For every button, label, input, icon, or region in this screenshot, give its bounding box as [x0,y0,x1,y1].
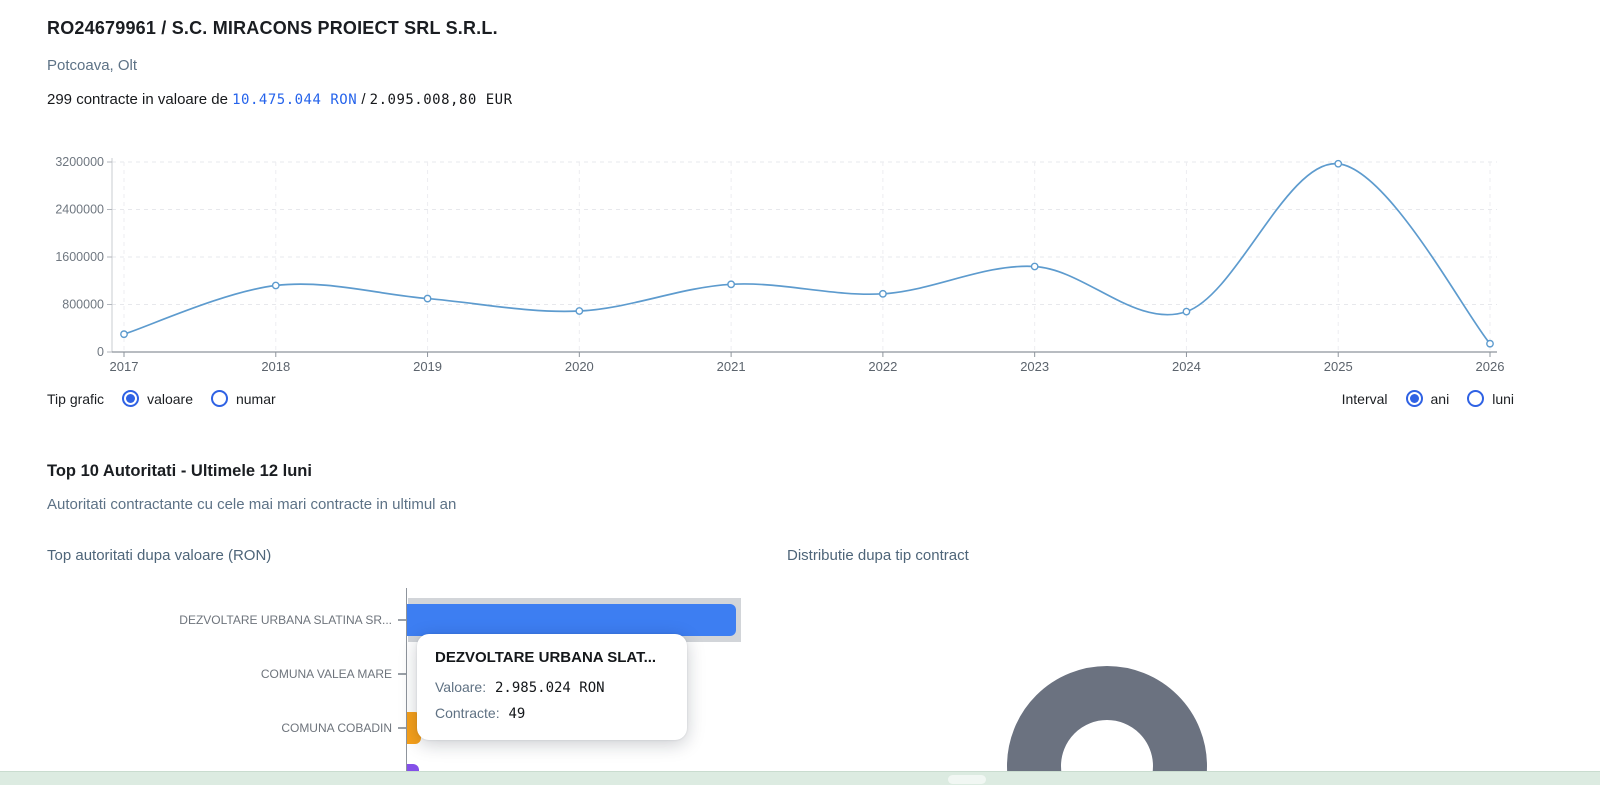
tooltip-valoare-value: 2.985.024 RON [495,680,605,696]
bottom-banner-edge [0,771,1600,785]
chart-tooltip: DEZVOLTARE URBANA SLAT... Valoare: 2.985… [417,634,687,740]
tooltip-valoare-label: Valoare: [435,679,486,695]
bar-category-label: COMUNA VALEA MARE [0,667,392,681]
tooltip-title: DEZVOLTARE URBANA SLAT... [435,649,669,666]
tooltip-contracte-value: 49 [508,706,525,722]
bar-category-label: DEZVOLTARE URBANA SLATINA SR... [0,613,392,627]
tooltip-contracte-row: Contracte: 49 [435,701,669,727]
tooltip-valoare-row: Valoare: 2.985.024 RON [435,675,669,701]
bar-axis-tick [398,619,406,621]
page: RO24679961 / S.C. MIRACONS PROIECT SRL S… [0,0,1600,785]
bar-row-0[interactable] [407,604,736,636]
banner-pill [948,775,986,784]
top-authorities-bar-chart[interactable]: DEZVOLTARE URBANA SLATINA SR... COMUNA VA… [0,0,1600,785]
bar-axis-tick [398,673,406,675]
bar-category-label: COMUNA COBADIN [0,721,392,735]
contract-type-donut-chart[interactable] [990,650,1230,785]
bar-axis-tick [398,727,406,729]
tooltip-contracte-label: Contracte: [435,705,500,721]
